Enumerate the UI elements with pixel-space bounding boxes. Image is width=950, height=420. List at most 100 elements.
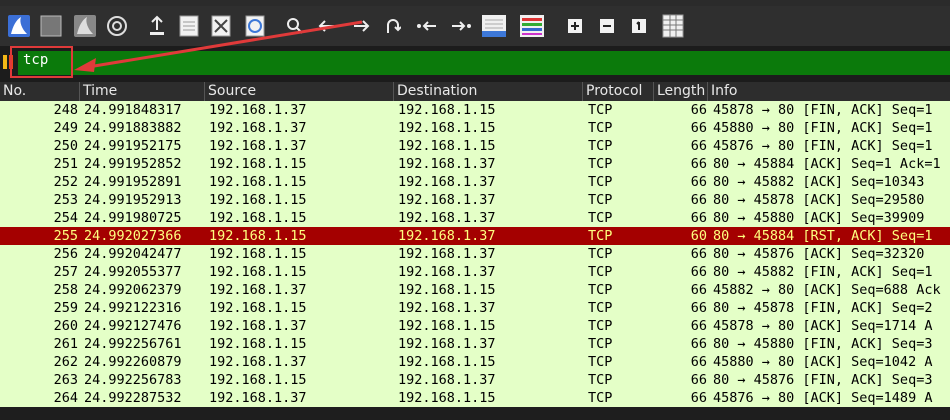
column-destination[interactable]: Destination [394,82,583,101]
zoom-out-icon[interactable] [594,12,620,40]
packet-destination: 192.168.1.37 [398,156,496,172]
packet-number: 256 [53,246,78,262]
packet-protocol: TCP [588,120,613,136]
table-row[interactable]: 256 24.992042477 192.168.1.15 192.168.1.37 T… [0,245,950,263]
packet-source: 192.168.1.15 [209,156,307,172]
column-protocol[interactable]: Protocol [583,82,654,101]
go-to-icon[interactable] [380,12,406,40]
auto-scroll-icon[interactable] [480,12,508,40]
reload-icon[interactable] [242,12,268,40]
packet-destination: 192.168.1.15 [398,120,496,136]
packet-info: 80 → 45876 [ACK] Seq=32320 [713,246,925,262]
table-row[interactable]: 248 24.991848317 192.168.1.37 192.168.1.15 T… [0,101,950,119]
first-icon[interactable] [414,12,440,40]
packet-source: 192.168.1.37 [209,318,307,334]
options-icon[interactable] [104,12,130,40]
packet-destination: 192.168.1.37 [398,210,496,226]
packet-protocol: TCP [588,390,613,406]
packet-length: 66 [690,354,707,370]
packet-protocol: TCP [588,354,613,370]
find-icon[interactable] [282,12,308,40]
packet-source: 192.168.1.37 [209,138,307,154]
packet-info: 80 → 45880 [FIN, ACK] Seq=3 [713,336,933,352]
packet-length: 66 [690,300,707,316]
table-row[interactable]: 264 24.992287532 192.168.1.37 192.168.1.15 T… [0,389,950,407]
packet-length: 66 [690,336,707,352]
table-row[interactable]: 250 24.991952175 192.168.1.37 192.168.1.15 T… [0,137,950,155]
back-icon[interactable] [314,12,340,40]
packet-protocol: TCP [588,228,613,244]
table-row[interactable]: 261 24.992256761 192.168.1.15 192.168.1.37 T… [0,335,950,353]
packet-info: 80 → 45884 [ACK] Seq=1 Ack=1 [713,156,941,172]
packet-info: 45880 → 80 [ACK] Seq=1042 A [713,354,933,370]
packet-length: 66 [690,264,707,280]
packet-destination: 192.168.1.37 [398,336,496,352]
packet-protocol: TCP [588,264,613,280]
table-row[interactable]: 258 24.992062379 192.168.1.37 192.168.1.15 T… [0,281,950,299]
packet-time: 24.992062379 [84,282,182,298]
packet-protocol: TCP [588,138,613,154]
packet-time: 24.991952891 [84,174,182,190]
packet-destination: 192.168.1.15 [398,354,496,370]
packet-source: 192.168.1.15 [209,174,307,190]
table-row[interactable]: 260 24.992127476 192.168.1.37 192.168.1.15 T… [0,317,950,335]
packet-length: 60 [690,228,707,244]
zoom-in-icon[interactable] [562,12,588,40]
packet-protocol: TCP [588,336,613,352]
table-row[interactable]: 259 24.992122316 192.168.1.15 192.168.1.37 T… [0,299,950,317]
last-icon[interactable] [448,12,474,40]
stop-icon[interactable] [38,12,64,40]
packet-protocol: TCP [588,156,613,172]
packet-number: 251 [53,156,78,172]
normal-size-icon[interactable] [626,12,652,40]
restart-icon[interactable] [72,12,98,40]
packet-destination: 192.168.1.37 [398,372,496,388]
packet-time: 24.992127476 [84,318,182,334]
packet-destination: 192.168.1.37 [398,174,496,190]
table-row[interactable]: 251 24.991952852 192.168.1.15 192.168.1.37 T… [0,155,950,173]
packet-number: 260 [53,318,78,334]
packet-time: 24.991952913 [84,192,182,208]
table-row[interactable]: 253 24.991952913 192.168.1.15 192.168.1.37 T… [0,191,950,209]
packet-source: 192.168.1.37 [209,102,307,118]
column-length[interactable]: Length [654,82,708,101]
column-info[interactable]: Info [708,82,950,101]
table-row[interactable]: 252 24.991952891 192.168.1.15 192.168.1.37 T… [0,173,950,191]
resize-columns-icon[interactable] [660,12,686,40]
column-source[interactable]: Source [205,82,394,101]
table-row[interactable]: 255 24.992027366 192.168.1.15 192.168.1.37 T… [0,227,950,245]
colorize-icon[interactable] [518,12,546,40]
column-no[interactable]: No. [0,82,80,101]
table-row[interactable]: 249 24.991883882 192.168.1.37 192.168.1.15 T… [0,119,950,137]
packet-info: 80 → 45876 [FIN, ACK] Seq=3 [713,372,933,388]
packet-source: 192.168.1.15 [209,336,307,352]
packet-protocol: TCP [588,210,613,226]
packet-time: 24.992027366 [84,228,182,244]
display-filter-input[interactable] [18,51,950,75]
packet-destination: 192.168.1.37 [398,192,496,208]
packet-protocol: TCP [588,192,613,208]
file-icon[interactable] [176,12,202,40]
packet-time: 24.992042477 [84,246,182,262]
close-file-icon[interactable] [208,12,234,40]
forward-icon[interactable] [348,12,374,40]
packet-number: 254 [53,210,78,226]
packet-protocol: TCP [588,300,613,316]
packet-destination: 192.168.1.37 [398,264,496,280]
table-row[interactable]: 263 24.992256783 192.168.1.15 192.168.1.37 T… [0,371,950,389]
packet-length: 66 [690,318,707,334]
packet-number: 262 [53,354,78,370]
packet-number: 253 [53,192,78,208]
packet-time: 24.991848317 [84,102,182,118]
table-row[interactable]: 254 24.991980725 192.168.1.15 192.168.1.37 T… [0,209,950,227]
table-row[interactable]: 257 24.992055377 192.168.1.15 192.168.1.37 T… [0,263,950,281]
column-time[interactable]: Time [80,82,205,101]
open-icon[interactable] [144,12,170,40]
packet-destination: 192.168.1.15 [398,102,496,118]
packet-source: 192.168.1.15 [209,372,307,388]
table-row[interactable]: 262 24.992260879 192.168.1.37 192.168.1.15 T… [0,353,950,371]
shark-fin-icon[interactable] [6,12,32,40]
packet-number: 252 [53,174,78,190]
packet-source: 192.168.1.37 [209,282,307,298]
packet-source: 192.168.1.37 [209,354,307,370]
